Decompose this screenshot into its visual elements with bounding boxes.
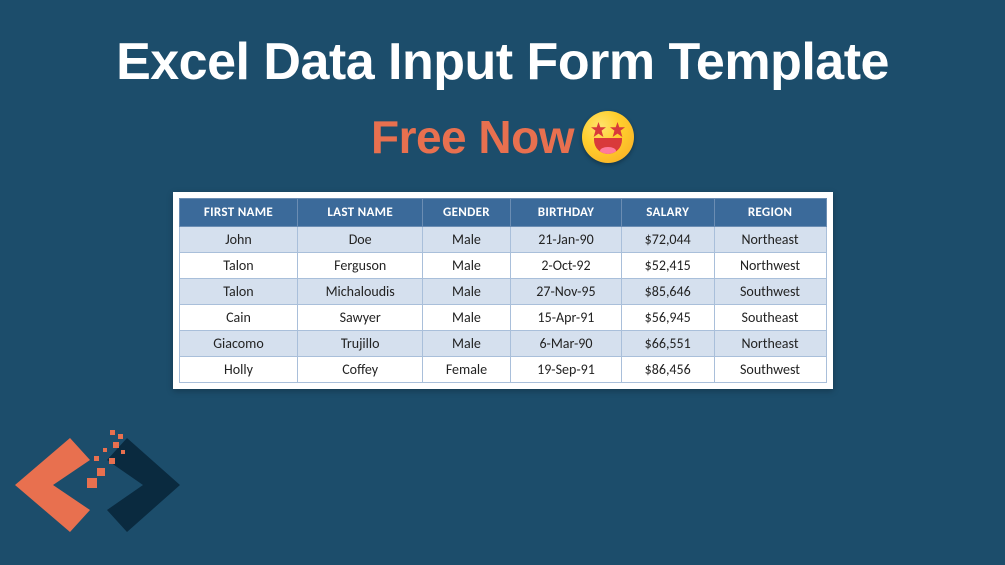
col-gender: GENDER [422,199,510,227]
cell-birthday: 27-Nov-95 [511,279,622,305]
cell-region: Northeast [714,227,826,253]
cell-last: Ferguson [298,253,422,279]
cell-first: John [179,227,298,253]
cell-gender: Female [422,357,510,383]
cell-gender: Male [422,305,510,331]
subtitle-row: Free Now [0,110,1005,164]
cell-gender: Male [422,331,510,357]
star-struck-emoji-icon [582,111,634,163]
cell-region: Southeast [714,305,826,331]
cell-region: Northeast [714,331,826,357]
cell-gender: Male [422,227,510,253]
data-table: FIRST NAME LAST NAME GENDER BIRTHDAY SAL… [179,198,827,383]
table-row: Giacomo Trujillo Male 6-Mar-90 $66,551 N… [179,331,826,357]
cell-first: Holly [179,357,298,383]
cell-birthday: 19-Sep-91 [511,357,622,383]
table-row: Talon Michaloudis Male 27-Nov-95 $85,646… [179,279,826,305]
cell-region: Southwest [714,357,826,383]
table-row: Cain Sawyer Male 15-Apr-91 $56,945 South… [179,305,826,331]
cell-first: Talon [179,279,298,305]
cell-birthday: 21-Jan-90 [511,227,622,253]
cell-birthday: 6-Mar-90 [511,331,622,357]
cell-birthday: 15-Apr-91 [511,305,622,331]
page-title: Excel Data Input Form Template [0,0,1005,92]
cell-salary: $85,646 [621,279,714,305]
cell-salary: $56,945 [621,305,714,331]
cell-birthday: 2-Oct-92 [511,253,622,279]
cell-gender: Male [422,279,510,305]
table-body: John Doe Male 21-Jan-90 $72,044 Northeas… [179,227,826,383]
cell-gender: Male [422,253,510,279]
col-first-name: FIRST NAME [179,199,298,227]
cell-region: Southwest [714,279,826,305]
cell-region: Northwest [714,253,826,279]
cell-salary: $72,044 [621,227,714,253]
cell-first: Talon [179,253,298,279]
cell-salary: $86,456 [621,357,714,383]
table-row: Holly Coffey Female 19-Sep-91 $86,456 So… [179,357,826,383]
col-salary: SALARY [621,199,714,227]
cell-salary: $52,415 [621,253,714,279]
subtitle-text: Free Now [371,110,574,164]
cell-last: Doe [298,227,422,253]
cell-last: Coffey [298,357,422,383]
cell-first: Giacomo [179,331,298,357]
cell-last: Michaloudis [298,279,422,305]
cell-last: Trujillo [298,331,422,357]
cell-first: Cain [179,305,298,331]
table-header-row: FIRST NAME LAST NAME GENDER BIRTHDAY SAL… [179,199,826,227]
brand-logo-icon [15,420,180,550]
col-last-name: LAST NAME [298,199,422,227]
table-row: John Doe Male 21-Jan-90 $72,044 Northeas… [179,227,826,253]
data-table-container: FIRST NAME LAST NAME GENDER BIRTHDAY SAL… [173,192,833,389]
col-birthday: BIRTHDAY [511,199,622,227]
cell-last: Sawyer [298,305,422,331]
cell-salary: $66,551 [621,331,714,357]
table-row: Talon Ferguson Male 2-Oct-92 $52,415 Nor… [179,253,826,279]
col-region: REGION [714,199,826,227]
